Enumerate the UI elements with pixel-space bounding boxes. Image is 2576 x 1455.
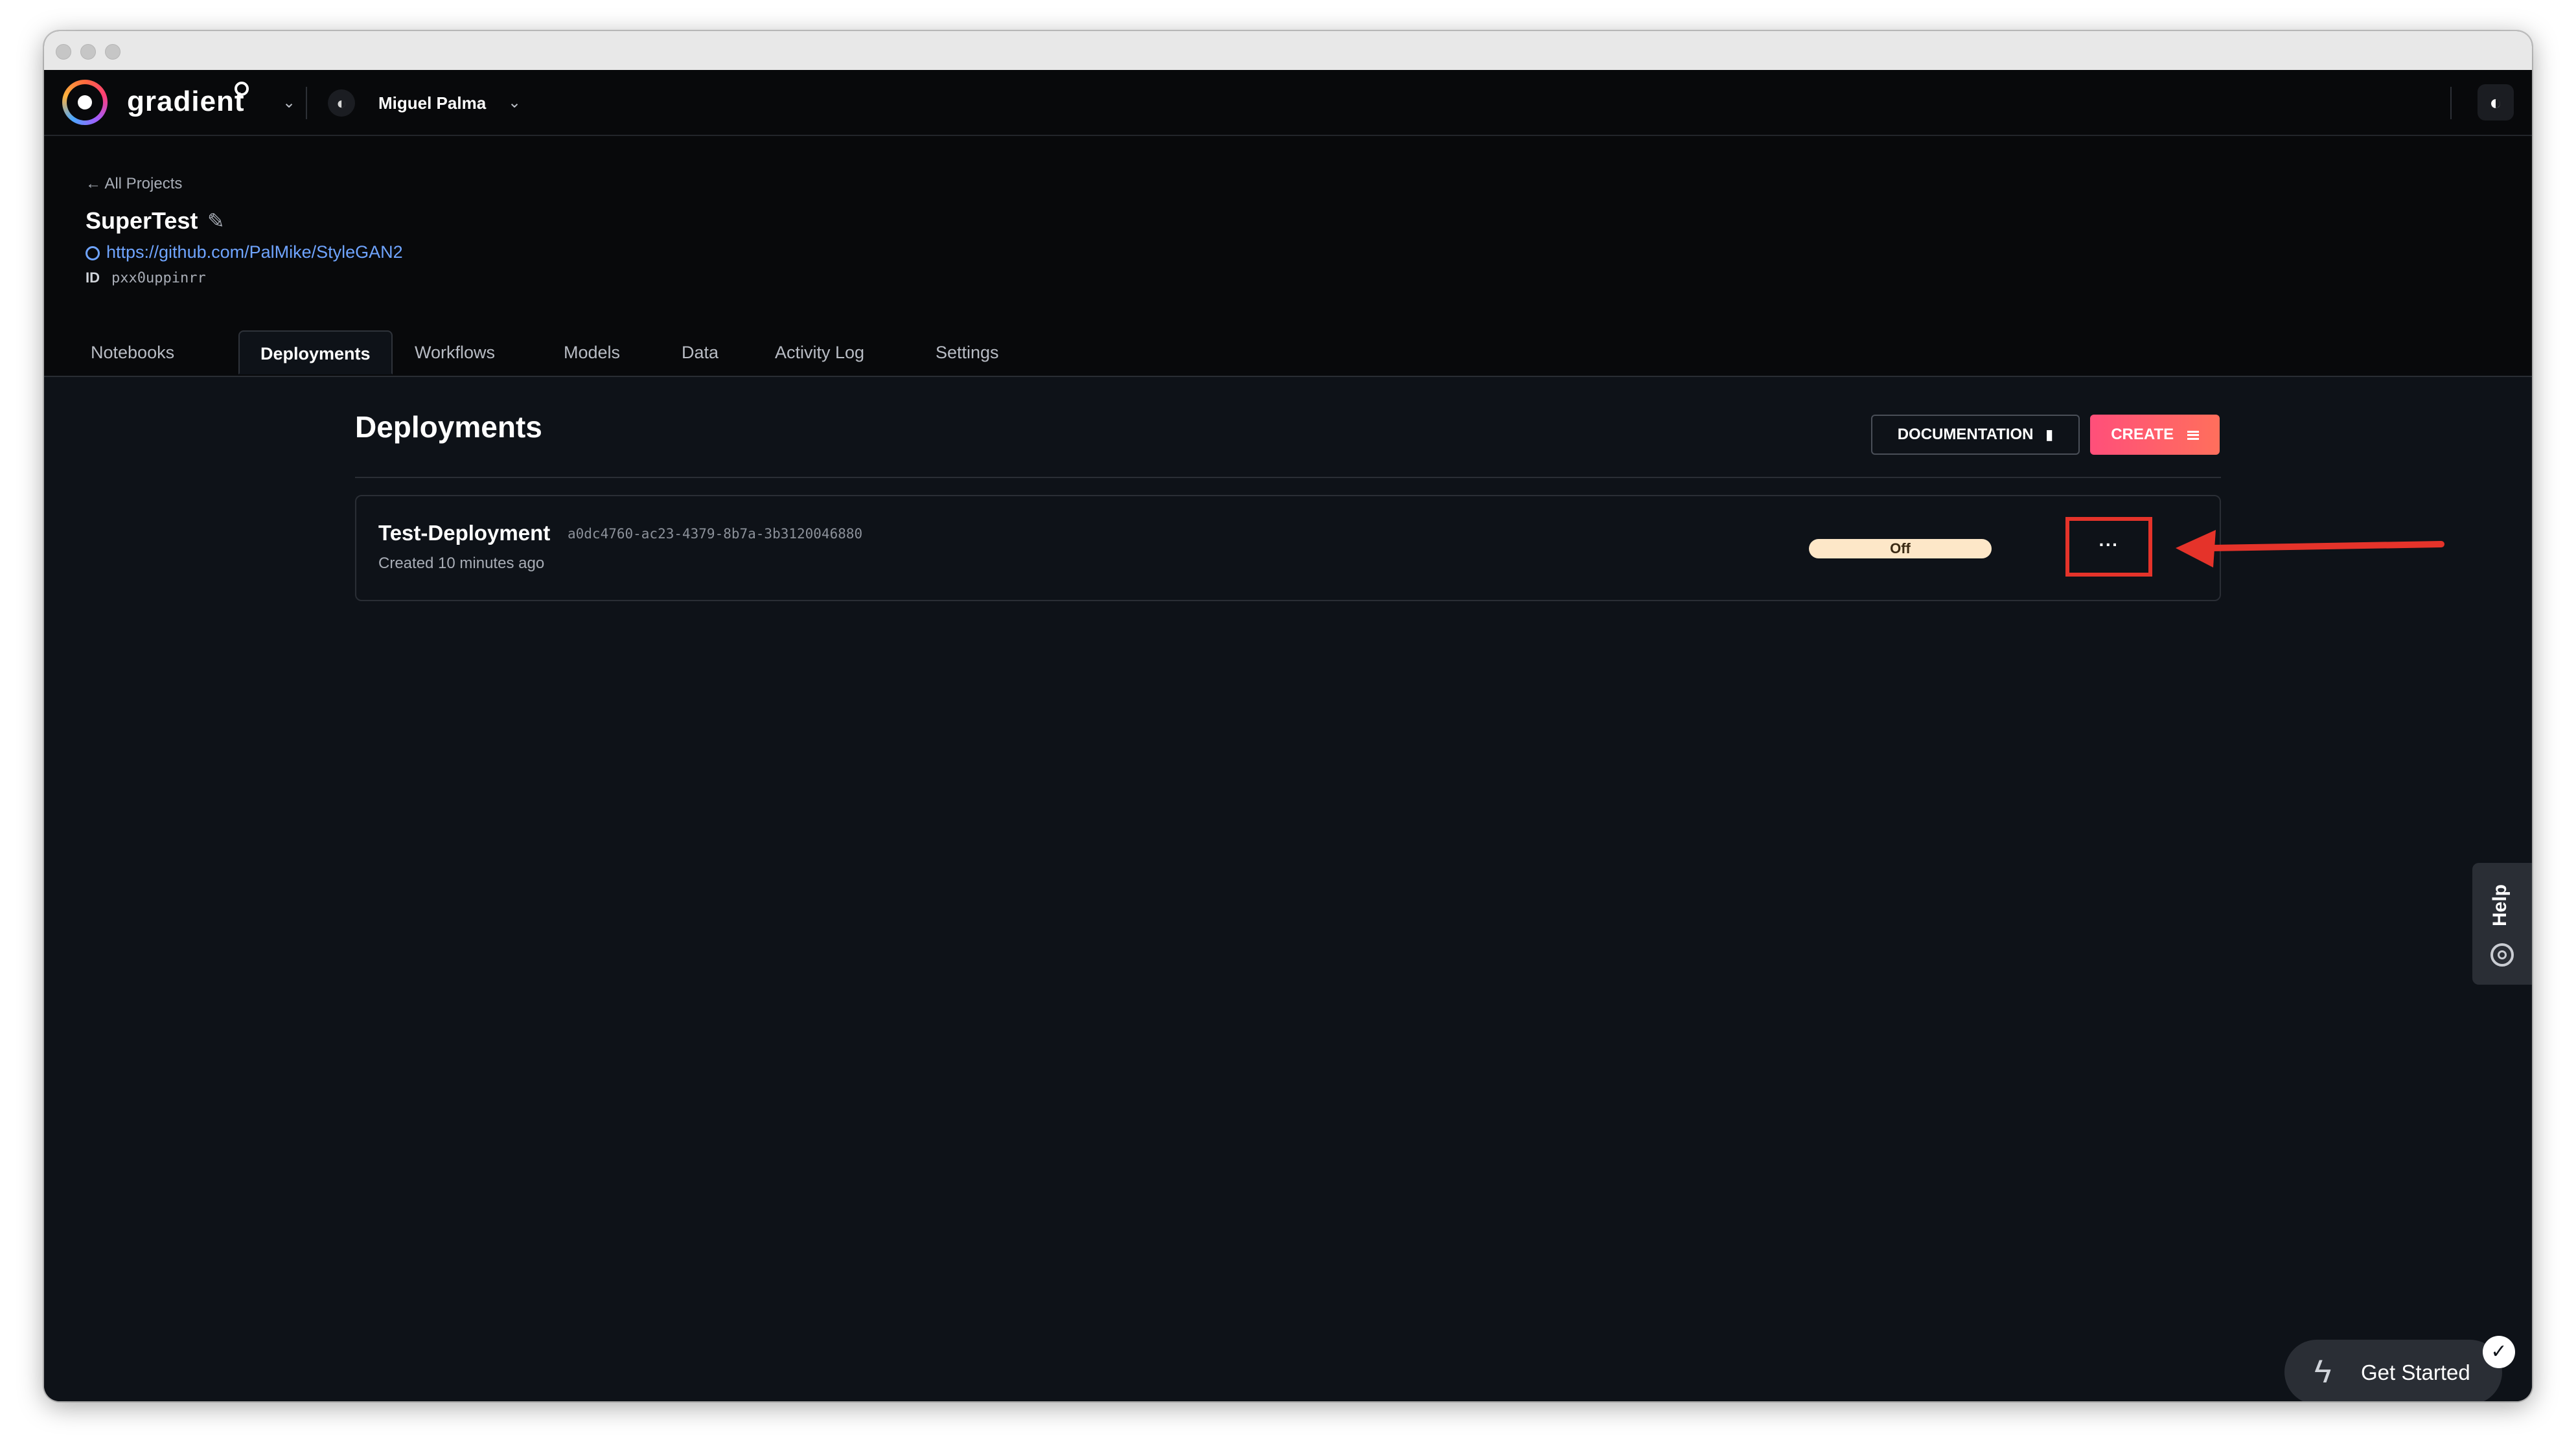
deployment-id: a0dc4760-ac23-4379-8b7a-3b3120046880 bbox=[568, 526, 863, 542]
project-id-label: ID bbox=[86, 269, 100, 286]
page-title: Deployments bbox=[355, 410, 542, 444]
user-avatar[interactable]: ◐ bbox=[328, 89, 355, 117]
project-id-value: pxx0uppinrr bbox=[111, 270, 206, 286]
brand-name: gradient bbox=[127, 86, 245, 117]
repo-link[interactable]: https://github.com/PalMike/StyleGAN2 bbox=[106, 242, 403, 262]
tab-data[interactable]: Data bbox=[661, 330, 739, 374]
tab-models[interactable]: Models bbox=[543, 330, 641, 374]
nav-divider bbox=[306, 87, 307, 119]
nav-divider-right bbox=[2450, 87, 2452, 119]
project-title: SuperTest bbox=[86, 207, 198, 234]
project-header: ← All Projects SuperTest ✎ https://githu… bbox=[44, 136, 2532, 377]
get-started-label: Get Started bbox=[2361, 1360, 2470, 1384]
tab-activity-log[interactable]: Activity Log bbox=[754, 330, 885, 374]
help-label: Help bbox=[2489, 884, 2511, 926]
deployment-status-badge: Off bbox=[1809, 539, 1992, 558]
more-options-button[interactable]: ··· bbox=[2065, 517, 2152, 577]
create-button[interactable]: CREATE bbox=[2090, 415, 2220, 455]
window-minimize-button[interactable] bbox=[80, 44, 96, 60]
tab-notebooks[interactable]: Notebooks bbox=[70, 330, 195, 374]
deployments-page: Deployments DOCUMENTATION ▮ CREATE Test-… bbox=[44, 377, 2532, 1401]
all-projects-link[interactable]: ← All Projects bbox=[86, 175, 182, 193]
document-icon: ▮ bbox=[2045, 426, 2054, 442]
title-divider bbox=[355, 477, 2221, 478]
window-zoom-button[interactable] bbox=[105, 44, 121, 60]
checkmark-icon: ✓ bbox=[2483, 1336, 2515, 1368]
get-started-button[interactable]: ϟ Get Started ✓ bbox=[2284, 1336, 2515, 1401]
deployment-row[interactable]: Test-Deployment a0dc4760-ac23-4379-8b7a-… bbox=[355, 495, 2221, 601]
create-label: CREATE bbox=[2111, 426, 2174, 443]
help-tab[interactable]: Help bbox=[2472, 863, 2532, 985]
documentation-button[interactable]: DOCUMENTATION ▮ bbox=[1871, 415, 2080, 455]
annotation-arrow-icon bbox=[2176, 530, 2444, 567]
lightning-icon: ϟ bbox=[2314, 1353, 2332, 1390]
account-avatar[interactable]: ◐ bbox=[2478, 84, 2514, 120]
brand-mark-icon bbox=[235, 82, 249, 96]
documentation-label: DOCUMENTATION bbox=[1897, 426, 2034, 443]
edit-pencil-icon[interactable]: ✎ bbox=[207, 209, 225, 233]
github-icon bbox=[86, 246, 100, 260]
tab-settings[interactable]: Settings bbox=[915, 330, 1020, 374]
window-titlebar bbox=[44, 31, 2532, 71]
deployment-name[interactable]: Test-Deployment bbox=[378, 521, 550, 545]
app-window: gradient ⌄ ◐ Miguel Palma ⌄ ◐ ← All Proj… bbox=[44, 31, 2532, 1401]
deployment-created: Created 10 minutes ago bbox=[378, 555, 545, 572]
top-navigation: gradient ⌄ ◐ Miguel Palma ⌄ ◐ bbox=[44, 70, 2532, 136]
list-icon bbox=[2187, 431, 2199, 440]
user-chevron-down-icon[interactable]: ⌄ bbox=[508, 93, 521, 112]
gradient-logo-icon[interactable] bbox=[62, 80, 108, 125]
window-close-button[interactable] bbox=[56, 44, 71, 60]
tab-deployments[interactable]: Deployments bbox=[238, 330, 393, 374]
team-chevron-down-icon[interactable]: ⌄ bbox=[282, 93, 295, 112]
tab-workflows[interactable]: Workflows bbox=[394, 330, 516, 374]
lifebuoy-icon bbox=[2490, 943, 2514, 967]
user-name[interactable]: Miguel Palma bbox=[378, 93, 486, 113]
